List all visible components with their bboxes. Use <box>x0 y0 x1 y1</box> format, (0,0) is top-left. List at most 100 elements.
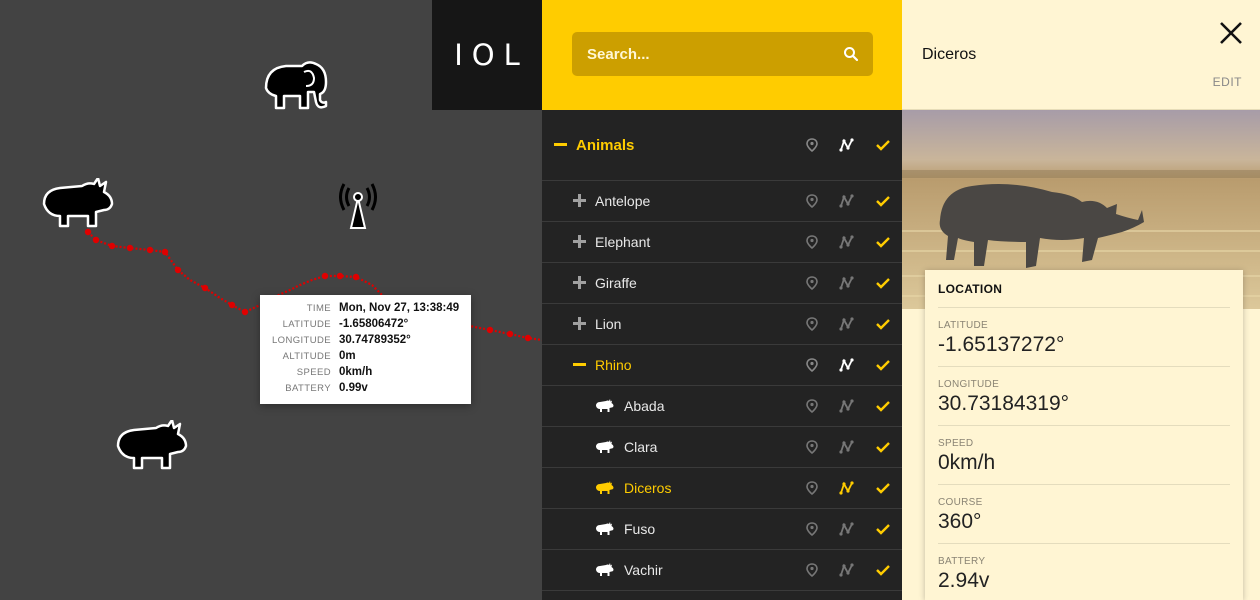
checkmark-icon[interactable] <box>876 441 890 453</box>
track-icon[interactable] <box>839 481 855 495</box>
collapse-icon[interactable] <box>554 138 568 152</box>
location-card-title: LOCATION <box>938 270 1230 308</box>
detail-header: Diceros EDIT <box>902 0 1260 110</box>
location-pin-icon[interactable] <box>806 481 818 495</box>
category-elephant[interactable]: Elephant <box>542 222 902 263</box>
category-lion[interactable]: Lion <box>542 304 902 345</box>
rhino-marker-1[interactable] <box>38 178 116 232</box>
tooltip-lat: -1.65806472° <box>339 318 409 330</box>
track-icon[interactable] <box>839 358 855 372</box>
search-input[interactable] <box>587 45 843 63</box>
checkmark-icon[interactable] <box>876 139 890 151</box>
track-icon[interactable] <box>839 276 855 290</box>
expand-icon[interactable] <box>573 194 587 208</box>
checkmark-icon[interactable] <box>876 400 890 412</box>
location-pin-icon[interactable] <box>806 138 818 152</box>
field-value: -1.65137272° <box>938 333 1065 356</box>
search-box[interactable] <box>572 32 873 76</box>
animal-vachir[interactable]: Vachir <box>542 550 902 591</box>
checkmark-icon[interactable] <box>876 195 890 207</box>
rhino-marker-2[interactable] <box>112 420 190 474</box>
tooltip-speed: 0km/h <box>339 366 373 378</box>
category-label: Antelope <box>595 193 651 209</box>
antenna-icon <box>339 183 377 229</box>
edit-button[interactable]: EDIT <box>1213 75 1242 89</box>
tooltip-time-label: TIME <box>306 303 331 314</box>
detail-title: Diceros <box>922 46 977 63</box>
track-icon[interactable] <box>839 399 855 413</box>
animal-detail-panel: Diceros EDIT LOCATION LATITUDE -1.651372… <box>902 0 1260 600</box>
checkmark-icon[interactable] <box>876 318 890 330</box>
track-icon[interactable] <box>839 138 855 152</box>
expand-icon[interactable] <box>573 276 587 290</box>
animal-diceros[interactable]: Diceros <box>542 468 902 509</box>
expand-icon[interactable] <box>573 235 587 249</box>
field-value: 2.94v <box>938 569 990 592</box>
checkmark-icon[interactable] <box>876 277 890 289</box>
location-pin-icon[interactable] <box>806 522 818 536</box>
rhino-icon <box>596 440 614 453</box>
tooltip-battery: 0.99v <box>339 382 368 394</box>
location-pin-icon[interactable] <box>806 358 818 372</box>
search-icon[interactable] <box>843 46 859 62</box>
location-pin-icon[interactable] <box>806 440 818 454</box>
search-bar <box>542 0 902 110</box>
rhino-icon <box>42 178 114 228</box>
tooltip-alt: 0m <box>339 350 356 362</box>
category-antelope[interactable]: Antelope <box>542 181 902 222</box>
close-icon[interactable] <box>1218 20 1244 46</box>
category-label: Giraffe <box>595 275 637 291</box>
app-logo[interactable]: IOL <box>432 0 542 110</box>
animal-label: Vachir <box>624 562 663 578</box>
location-pin-icon[interactable] <box>806 194 818 208</box>
animal-list-panel: Animals Antelope Elephant <box>542 0 902 600</box>
checkmark-icon[interactable] <box>876 236 890 248</box>
category-label: Elephant <box>595 234 651 250</box>
checkmark-icon[interactable] <box>876 523 890 535</box>
longitude-field: LONGITUDE 30.73184319° <box>938 367 1230 426</box>
group-animals[interactable]: Animals <box>542 110 902 181</box>
track-icon[interactable] <box>839 235 855 249</box>
location-card: LOCATION LATITUDE -1.65137272° LONGITUDE… <box>925 270 1243 600</box>
animal-label: Abada <box>624 398 665 414</box>
collapse-icon[interactable] <box>573 358 587 372</box>
expand-icon[interactable] <box>573 317 587 331</box>
latitude-field: LATITUDE -1.65137272° <box>938 308 1230 367</box>
location-pin-icon[interactable] <box>806 276 818 290</box>
field-label: COURSE <box>938 497 983 508</box>
tooltip-alt-label: ALTITUDE <box>282 351 331 362</box>
animal-fuso[interactable]: Fuso <box>542 509 902 550</box>
location-pin-icon[interactable] <box>806 317 818 331</box>
category-rhino[interactable]: Rhino <box>542 345 902 386</box>
speed-field: SPEED 0km/h <box>938 426 1230 485</box>
location-pin-icon[interactable] <box>806 563 818 577</box>
track-icon[interactable] <box>839 440 855 454</box>
tooltip-battery-label: BATTERY <box>285 383 331 394</box>
animal-clara[interactable]: Clara <box>542 427 902 468</box>
checkmark-icon[interactable] <box>876 359 890 371</box>
field-label: LATITUDE <box>938 320 988 331</box>
track-icon[interactable] <box>839 522 855 536</box>
track-icon[interactable] <box>839 194 855 208</box>
antenna-marker[interactable] <box>339 180 377 232</box>
animal-label: Clara <box>624 439 658 455</box>
field-label: BATTERY <box>938 556 986 567</box>
category-giraffe[interactable]: Giraffe <box>542 263 902 304</box>
location-pin-icon[interactable] <box>806 235 818 249</box>
track-icon[interactable] <box>839 563 855 577</box>
logo-text: IOL <box>454 38 529 72</box>
checkmark-icon[interactable] <box>876 482 890 494</box>
animal-label: Fuso <box>624 521 656 537</box>
category-label: Rhino <box>595 357 632 373</box>
animal-abada[interactable]: Abada <box>542 386 902 427</box>
elephant-icon <box>264 61 328 110</box>
track-icon[interactable] <box>839 317 855 331</box>
elephant-marker[interactable] <box>256 58 330 112</box>
field-value: 0km/h <box>938 451 996 474</box>
tooltip-lat-label: LATITUDE <box>282 319 331 330</box>
rhino-icon <box>596 522 614 535</box>
location-pin-icon[interactable] <box>806 399 818 413</box>
tooltip-speed-label: SPEED <box>296 367 331 378</box>
checkmark-icon[interactable] <box>876 564 890 576</box>
tooltip-lon: 30.74789352° <box>339 334 411 346</box>
